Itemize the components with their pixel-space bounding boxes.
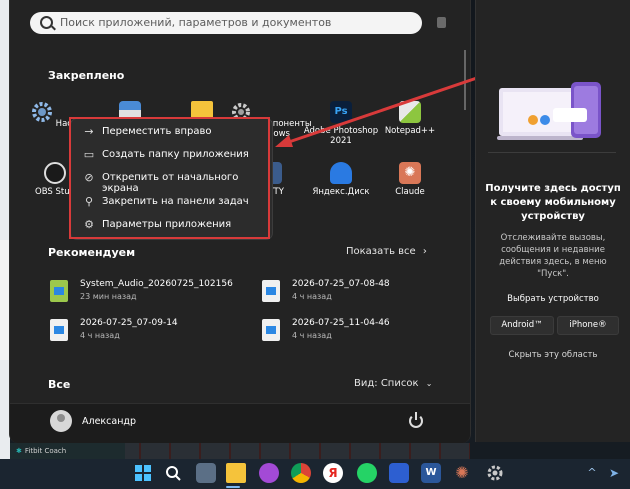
- panel-title: Получите здесь доступ к своему мобильном…: [485, 183, 621, 222]
- app-label: Яндекс.Диск: [312, 187, 370, 197]
- item-time: 4 ч назад: [292, 331, 332, 340]
- show-all-button[interactable]: Показать все ›: [346, 244, 436, 260]
- pinned-section-title: Закреплено: [48, 69, 125, 82]
- yandex-disk-icon: [330, 162, 352, 184]
- item-time: 23 мин назад: [80, 292, 137, 301]
- start-bottom-bar: [10, 403, 470, 443]
- item-time: 4 ч назад: [80, 331, 120, 340]
- all-apps-title: Все: [48, 378, 71, 391]
- hide-panel-link[interactable]: Скрыть эту область: [484, 350, 622, 360]
- chevron-right-icon: ›: [422, 246, 427, 257]
- background-window-strip: [125, 443, 470, 459]
- search-input[interactable]: Поиск приложений, параметров и документо…: [30, 12, 422, 34]
- power-icon[interactable]: [409, 412, 423, 428]
- windows-start-icon[interactable]: [133, 463, 153, 483]
- item-name: 2026-07-25_11-04-46: [292, 318, 390, 328]
- recommended-item[interactable]: System_Audio_20260725_102156 23 мин наза…: [50, 276, 240, 308]
- search-icon[interactable]: [163, 463, 183, 483]
- star-icon: ✱: [16, 447, 22, 455]
- folder-icon[interactable]: [226, 463, 246, 483]
- iphone-button[interactable]: iPhone®: [557, 316, 619, 335]
- taskbar: [0, 459, 630, 489]
- audio-file-icon: [50, 280, 68, 302]
- panel-description: Отслеживайте вызовы, сообщения и недавни…: [499, 233, 607, 279]
- chrome-icon[interactable]: [291, 463, 311, 483]
- snipping-tool-icon[interactable]: [196, 463, 216, 483]
- chevron-up-icon[interactable]: ^: [585, 463, 599, 483]
- claude-icon: ✺: [399, 162, 421, 184]
- image-file-icon: [262, 319, 280, 341]
- camera-icon[interactable]: [437, 17, 446, 28]
- settings-icon[interactable]: [485, 463, 505, 483]
- phone-laptop-illustration: [497, 82, 601, 140]
- yandex-browser-icon[interactable]: Я: [323, 463, 343, 483]
- android-button[interactable]: Android™: [490, 316, 554, 335]
- active-app-indicator: [226, 486, 240, 488]
- item-name: 2026-07-25_07-09-14: [80, 318, 178, 328]
- search-placeholder: Поиск приложений, параметров и документо…: [60, 16, 332, 29]
- item-name: 2026-07-25_07-08-48: [292, 279, 390, 289]
- recommended-section-title: Рекомендуем: [48, 246, 136, 259]
- panel-divider: [488, 152, 616, 153]
- recommended-item[interactable]: 2026-07-25_11-04-46 4 ч назад: [262, 315, 452, 347]
- claude-icon[interactable]: ✺: [452, 463, 472, 483]
- fitbit-label: Fitbit Coach: [24, 447, 67, 455]
- view-label: Вид: Список: [354, 378, 419, 389]
- recommended-item[interactable]: 2026-07-25_07-09-14 4 ч назад: [50, 315, 240, 347]
- background-window-edge: [0, 240, 10, 360]
- item-name: System_Audio_20260725_102156: [80, 279, 233, 289]
- obs-icon: [44, 162, 66, 184]
- whatsapp-icon[interactable]: [357, 463, 377, 483]
- view-selector[interactable]: Вид: Список ⌄: [354, 378, 434, 389]
- pinned-app-claude[interactable]: ✺ Claude: [368, 162, 452, 197]
- app-label: Claude: [395, 187, 425, 197]
- user-name[interactable]: Александр: [82, 416, 136, 427]
- app-d-icon[interactable]: [259, 463, 279, 483]
- recommended-item[interactable]: 2026-07-25_07-08-48 4 ч назад: [262, 276, 452, 308]
- choose-device-label: Выбрать устройство: [507, 294, 599, 304]
- word-icon[interactable]: W: [421, 463, 441, 483]
- item-time: 4 ч назад: [292, 292, 332, 301]
- search-icon: [40, 16, 53, 29]
- image-file-icon: [50, 319, 68, 341]
- app-blue-icon[interactable]: [389, 463, 409, 483]
- gear-icon: [31, 102, 52, 122]
- background-window-tab[interactable]: ✱ Fitbit Coach: [10, 443, 125, 459]
- image-file-icon: [262, 280, 280, 302]
- annotation-highlight-box: [69, 117, 270, 239]
- avatar[interactable]: [50, 410, 72, 432]
- show-all-label: Показать все: [346, 246, 416, 257]
- telegram-icon[interactable]: ➤: [605, 463, 623, 483]
- chevron-down-icon: ⌄: [425, 379, 433, 388]
